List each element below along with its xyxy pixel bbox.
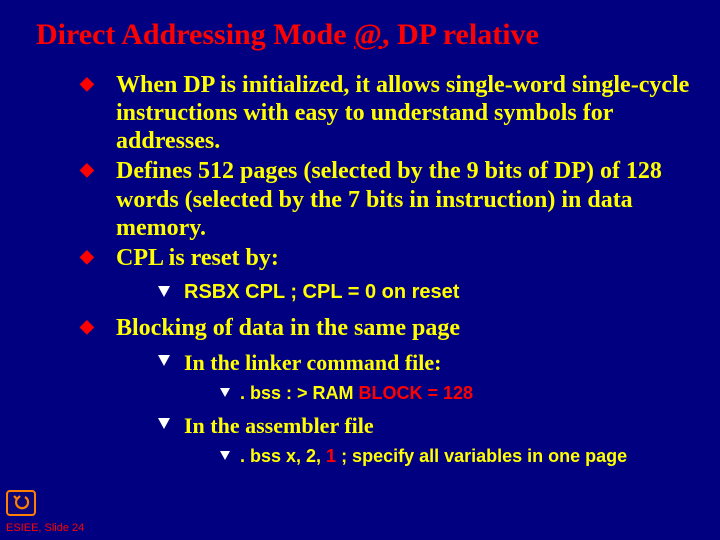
- bullet-4-sub-2-text: In the assembler file: [184, 413, 374, 438]
- bullet-4-sub-2-code: . bss x, 2, 1 ; specify all variables in…: [218, 445, 690, 468]
- title-suffix: , DP relative: [382, 18, 539, 51]
- bullet-3: CPL is reset by: RSBX CPL ; CPL = 0 on r…: [80, 244, 690, 305]
- bullet-3-sublist: RSBX CPL ; CPL = 0 on reset: [156, 279, 690, 306]
- title-at-symbol: @: [354, 18, 382, 51]
- slide-title: Direct Addressing Mode @, DP relative: [36, 18, 690, 53]
- bullet-2: Defines 512 pages (selected by the 9 bit…: [80, 157, 690, 242]
- code-bss-x-c: ; specify all variables in one page: [336, 446, 627, 466]
- bullet-4: Blocking of data in the same page In the…: [80, 314, 690, 468]
- bullet-4-sub-1-list: . bss : > RAM BLOCK = 128: [218, 382, 690, 405]
- bullet-3-sub-1: RSBX CPL ; CPL = 0 on reset: [156, 279, 690, 306]
- code-bss-x-a: . bss x, 2,: [240, 446, 326, 466]
- bullet-4-sub-1: In the linker command file: . bss : > RA…: [156, 348, 690, 405]
- bullet-4-sub-1-text: In the linker command file:: [184, 350, 441, 375]
- code-bss-x-b: 1: [326, 446, 336, 466]
- bullet-4-sub-1-code: . bss : > RAM BLOCK = 128: [218, 382, 690, 405]
- code-bss-block-b: BLOCK = 128: [359, 383, 474, 403]
- back-icon[interactable]: [6, 490, 36, 516]
- bullet-4-sub-2-list: . bss x, 2, 1 ; specify all variables in…: [218, 445, 690, 468]
- footer-text: ESIEE, Slide 24: [6, 522, 84, 534]
- bullet-list: When DP is initialized, it allows single…: [80, 71, 690, 469]
- code-bss-block-a: . bss : > RAM: [240, 383, 359, 403]
- slide-footer: ESIEE, Slide 24: [6, 490, 84, 534]
- bullet-4-sublist: In the linker command file: . bss : > RA…: [156, 348, 690, 468]
- bullet-1: When DP is initialized, it allows single…: [80, 71, 690, 156]
- slide: Direct Addressing Mode @, DP relative Wh…: [0, 0, 720, 540]
- bullet-4-text: Blocking of data in the same page: [116, 315, 460, 341]
- bullet-4-sub-2: In the assembler file . bss x, 2, 1 ; sp…: [156, 411, 690, 468]
- title-prefix: Direct Addressing Mode: [36, 18, 354, 51]
- bullet-3-text: CPL is reset by:: [116, 245, 279, 271]
